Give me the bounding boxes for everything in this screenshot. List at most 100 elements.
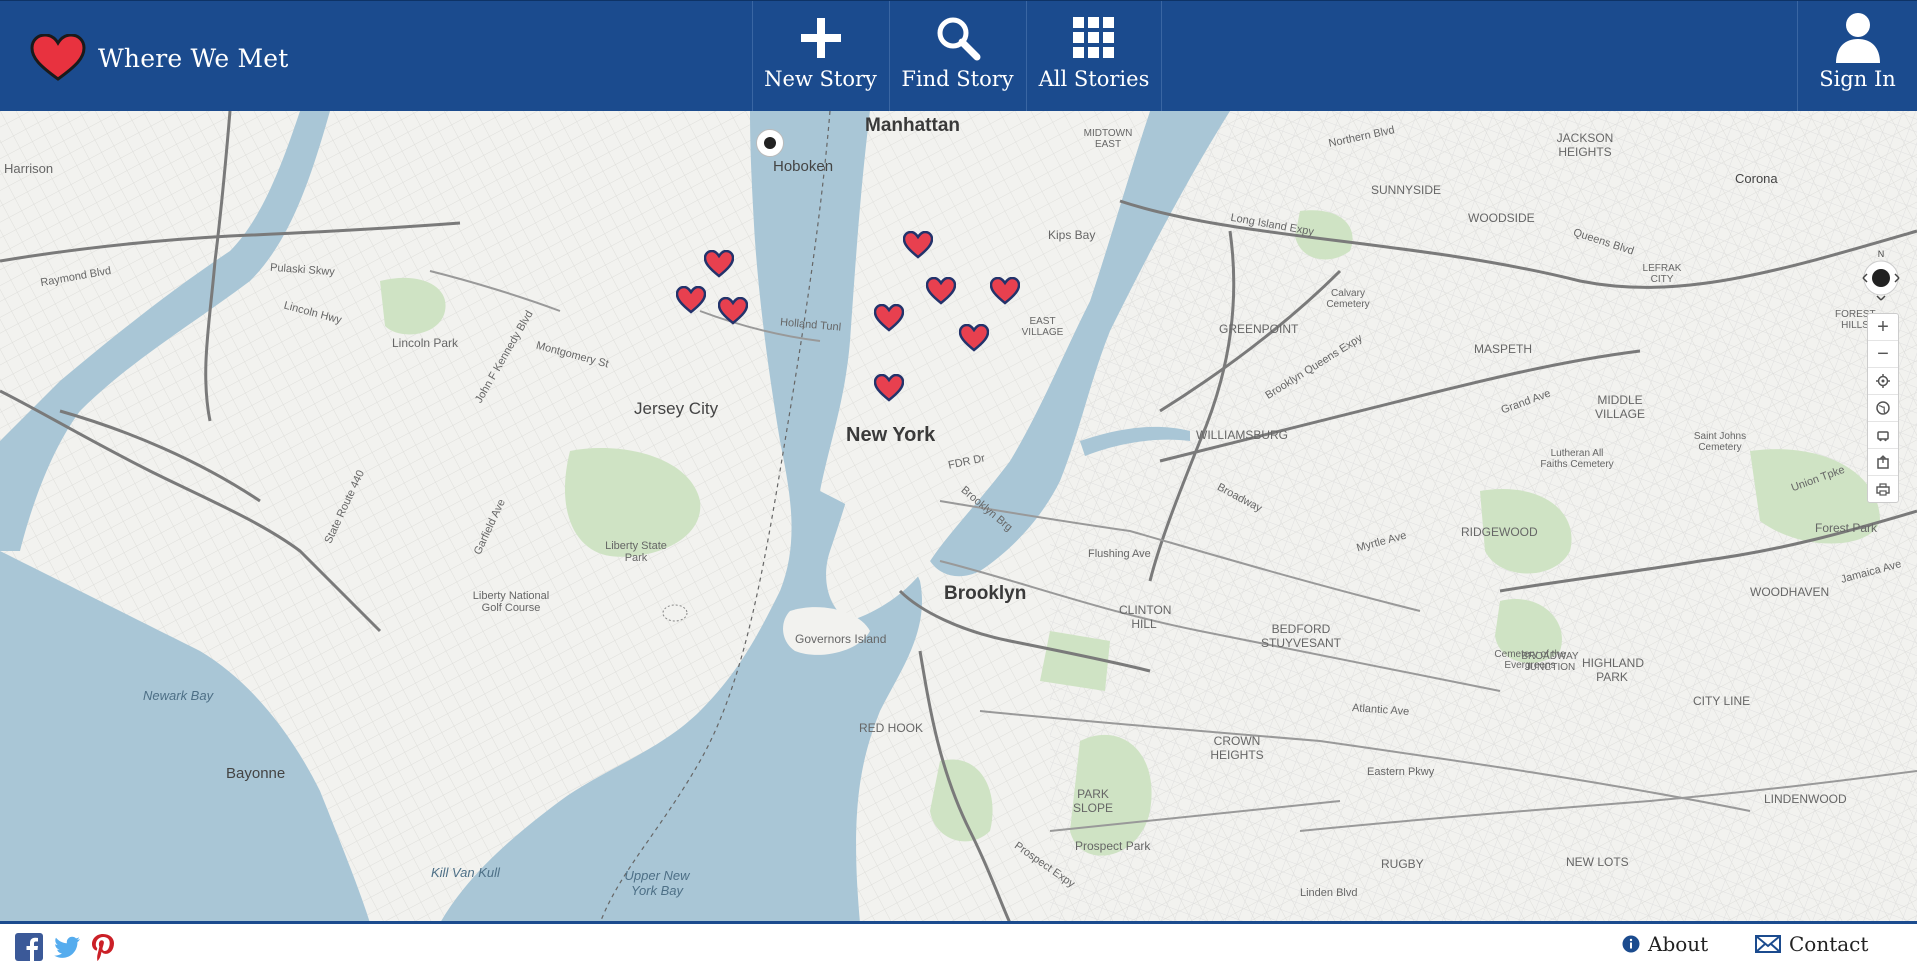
label-park-slope: PARK SLOPE (1072, 787, 1114, 815)
label-governors-island: Governors Island (795, 632, 887, 646)
heart-marker-icon (958, 323, 990, 352)
story-pin[interactable] (717, 296, 749, 325)
story-pin[interactable] (873, 373, 905, 402)
story-pin[interactable] (989, 276, 1021, 305)
label-clinton-hill: CLINTON HILL (1119, 603, 1172, 631)
label-jackson-heights: JACKSON HEIGHTS (1556, 131, 1614, 159)
label-new-york: New York (846, 424, 936, 446)
label-liberty-national: Liberty National Golf Course (472, 590, 550, 614)
label-greenpoint: GREENPOINT (1219, 322, 1299, 336)
heart-marker-icon (873, 303, 905, 332)
locate-button[interactable] (1868, 368, 1898, 395)
label-eastern-pkwy: Eastern Pkwy (1367, 766, 1435, 778)
label-kill-van-kull: Kill Van Kull (431, 865, 500, 880)
plus-icon (800, 18, 841, 58)
brand-logo[interactable]: Where We Met (30, 31, 289, 85)
label-city-line: CITY LINE (1693, 694, 1751, 708)
story-pin[interactable] (958, 323, 990, 352)
zoom-out-button[interactable]: − (1868, 341, 1898, 368)
contact-link[interactable]: Contact (1755, 932, 1868, 956)
label-bedford-stuyvesant: BEDFORD STUYVESANT (1260, 622, 1341, 650)
label-newark-bay: Newark Bay (143, 688, 214, 703)
label-prospect-park: Prospect Park (1075, 839, 1151, 853)
label-upper-ny-bay: Upper New York Bay (624, 868, 690, 898)
compass-icon: N (1862, 249, 1900, 301)
label-corona: Corona (1735, 171, 1778, 186)
grid-icon (1073, 17, 1114, 58)
twitter-icon[interactable] (53, 933, 81, 961)
label-jersey-city: Jersey City (634, 399, 719, 418)
find-story-button[interactable]: Find Story (889, 1, 1025, 112)
label-east-village: EAST VILLAGE (1021, 316, 1064, 338)
label-calvary-cemetery: Calvary Cemetery (1326, 288, 1370, 310)
label-forest-park: Forest Park (1815, 521, 1878, 535)
globe-button[interactable] (1868, 395, 1898, 422)
share-icon (1877, 455, 1889, 469)
label-midtown-east: MIDTOWN EAST (1083, 128, 1133, 150)
crosshair-icon (1876, 374, 1890, 388)
label-highland-park: HIGHLAND PARK (1582, 656, 1645, 684)
label-lincoln-park: Lincoln Park (392, 336, 459, 350)
story-pin[interactable] (902, 230, 934, 259)
find-story-label: Find Story (901, 67, 1014, 91)
app-header: Where We Met New Story Find Story All St… (0, 0, 1917, 112)
zoom-in-button[interactable]: + (1868, 314, 1898, 341)
heart-marker-icon (675, 285, 707, 314)
compass-control[interactable]: N (1857, 248, 1905, 304)
sign-in-label: Sign In (1819, 67, 1896, 91)
label-manhattan: Manhattan (865, 115, 960, 136)
compass-north-label: N (1878, 249, 1885, 259)
share-button[interactable] (1868, 449, 1898, 476)
label-hoboken: Hoboken (773, 158, 834, 175)
contact-label: Contact (1789, 932, 1869, 956)
heart-marker-icon (873, 373, 905, 402)
sign-in-button[interactable]: Sign In (1797, 1, 1917, 112)
label-flushing-ave: Flushing Ave (1088, 548, 1151, 560)
label-lindenwood: LINDENWOOD (1764, 792, 1847, 806)
pinterest-icon[interactable] (89, 933, 117, 961)
car-icon (1877, 431, 1889, 442)
print-icon (1876, 483, 1890, 496)
label-lefrak-city: LEFRAK CITY (1642, 263, 1682, 285)
heart-marker-icon (902, 230, 934, 259)
story-pin[interactable] (873, 303, 905, 332)
heart-marker-icon (989, 276, 1021, 305)
about-link[interactable]: About (1622, 932, 1708, 956)
print-button[interactable] (1868, 476, 1898, 502)
heart-marker-icon (717, 296, 749, 325)
facebook-icon[interactable] (15, 933, 43, 961)
brand-title: Where We Met (98, 43, 289, 73)
envelope-icon (1755, 935, 1781, 953)
user-icon (1835, 13, 1880, 63)
label-bayonne: Bayonne (226, 765, 286, 782)
heart-logo-icon (30, 34, 86, 81)
location-dot-icon[interactable] (756, 129, 784, 157)
search-icon (937, 17, 980, 61)
about-label: About (1648, 932, 1709, 956)
story-pin[interactable] (925, 276, 957, 305)
story-map[interactable]: Manhattan New York Brooklyn Jersey City … (0, 111, 1917, 923)
label-saint-johns-cemetery: Saint Johns Cemetery (1693, 431, 1747, 453)
label-woodside: WOODSIDE (1468, 211, 1535, 225)
label-kips-bay: Kips Bay (1048, 228, 1096, 242)
map-zoom-toolbar: + − (1867, 313, 1899, 503)
label-evergreens-cemetery: Cemetery of the Evergreens (1494, 649, 1566, 671)
globe-icon (1876, 401, 1890, 415)
label-sunnyside: SUNNYSIDE (1371, 183, 1442, 197)
label-harrison: Harrison (4, 161, 54, 176)
label-middle-village: MIDDLE VILLAGE (1594, 393, 1646, 421)
label-linden-blvd: Linden Blvd (1300, 887, 1358, 899)
label-brooklyn: Brooklyn (944, 583, 1027, 604)
label-lutheran-cemetery: Lutheran All Faiths Cemetery (1540, 448, 1614, 470)
story-pin[interactable] (703, 249, 735, 278)
info-icon (1622, 935, 1640, 953)
new-story-button[interactable]: New Story (752, 1, 888, 112)
new-story-label: New Story (764, 67, 877, 91)
story-pin[interactable] (675, 285, 707, 314)
heart-marker-icon (703, 249, 735, 278)
heart-marker-icon (925, 276, 957, 305)
traffic-button[interactable] (1868, 422, 1898, 449)
label-rugby: RUGBY (1381, 857, 1424, 871)
all-stories-button[interactable]: All Stories (1026, 1, 1162, 112)
map-basemap[interactable] (0, 111, 1917, 923)
